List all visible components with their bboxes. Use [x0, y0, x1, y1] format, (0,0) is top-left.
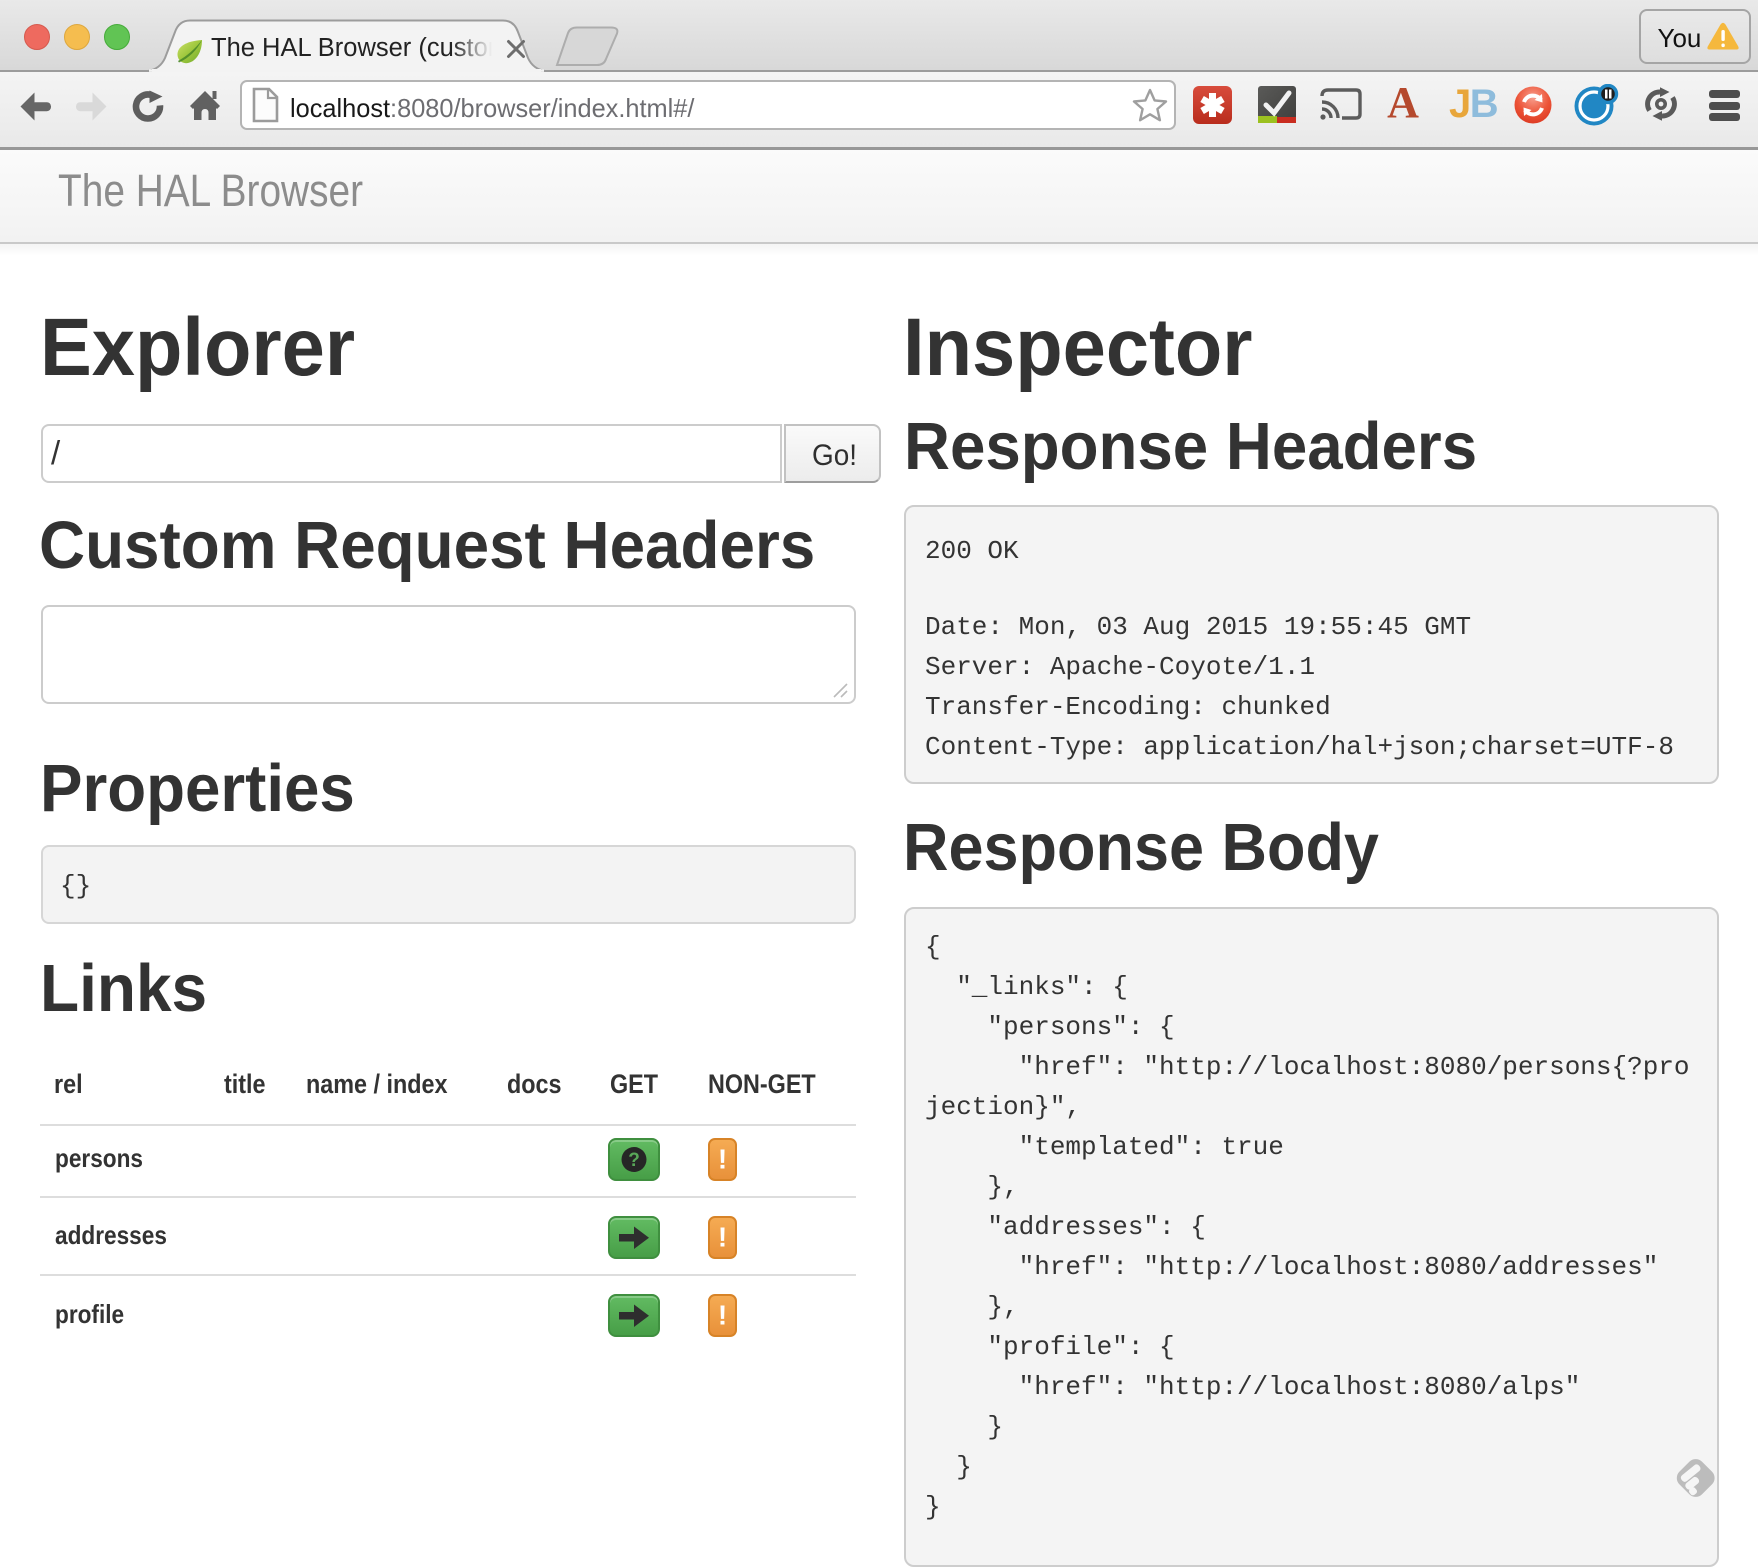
svg-text:?: ? — [628, 1150, 640, 1171]
